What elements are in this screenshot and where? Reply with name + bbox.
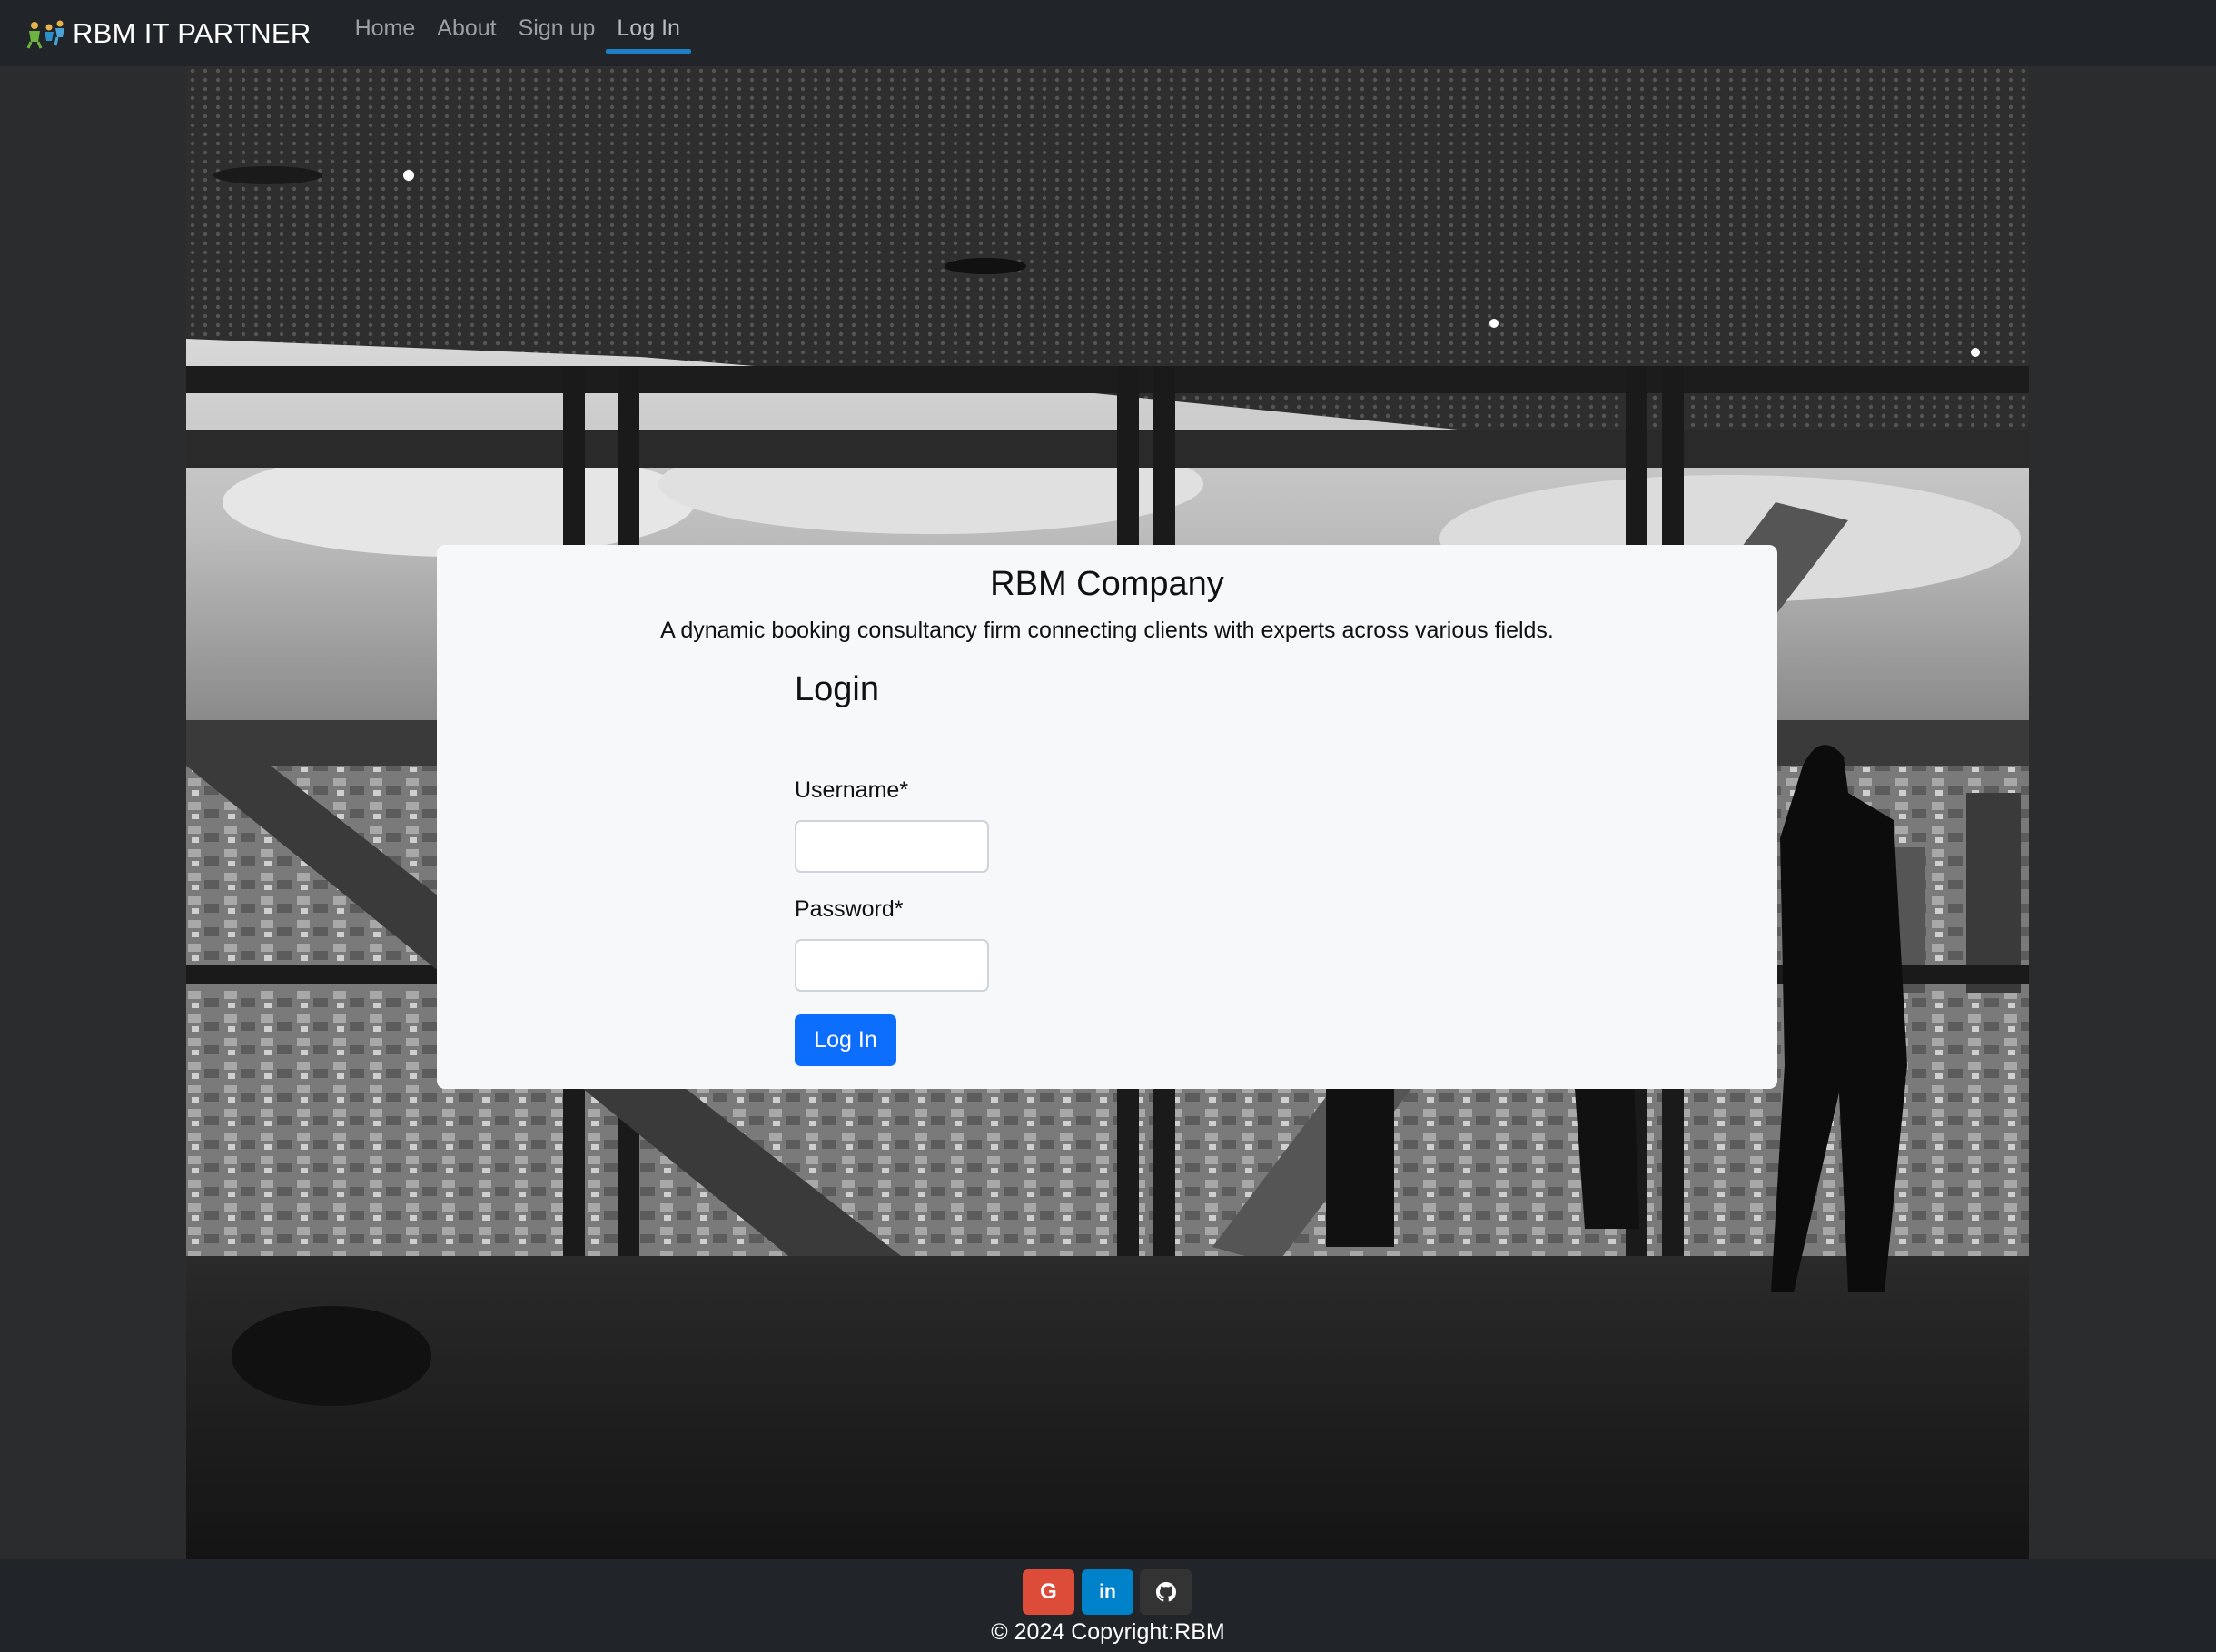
nav-about[interactable]: About bbox=[426, 0, 507, 66]
nav-login[interactable]: Log In bbox=[606, 0, 691, 66]
login-card: RBM Company A dynamic booking consultanc… bbox=[437, 545, 1777, 1089]
username-label: Username* bbox=[795, 777, 909, 803]
brand[interactable]: RBM IT PARTNER bbox=[25, 17, 312, 50]
login-submit-button[interactable]: Log In bbox=[795, 1014, 896, 1066]
copyright-text: © 2024 Copyright:RBM bbox=[991, 1619, 1225, 1645]
login-heading: Login bbox=[795, 670, 879, 708]
password-input[interactable] bbox=[795, 939, 989, 992]
nav-signup[interactable]: Sign up bbox=[508, 0, 607, 66]
company-name: RBM Company bbox=[990, 565, 1224, 603]
google-icon[interactable]: G bbox=[1023, 1569, 1074, 1615]
footer: G in © 2024 Copyright:RBM bbox=[0, 1559, 2216, 1652]
linkedin-icon[interactable]: in bbox=[1082, 1569, 1133, 1615]
github-icon[interactable] bbox=[1140, 1569, 1192, 1615]
company-description: A dynamic booking consultancy firm conne… bbox=[660, 618, 1554, 643]
linkedin-glyph: in bbox=[1099, 1581, 1116, 1602]
google-glyph: G bbox=[1040, 1579, 1057, 1604]
username-input[interactable] bbox=[795, 820, 989, 873]
team-logo-icon bbox=[26, 20, 64, 49]
navbar: RBM IT PARTNER Home About Sign up Log In bbox=[0, 0, 2216, 66]
password-label: Password* bbox=[795, 896, 904, 922]
brand-name: RBM IT PARTNER bbox=[73, 16, 312, 49]
github-logo-icon bbox=[1155, 1582, 1176, 1602]
nav-home[interactable]: Home bbox=[344, 0, 427, 66]
